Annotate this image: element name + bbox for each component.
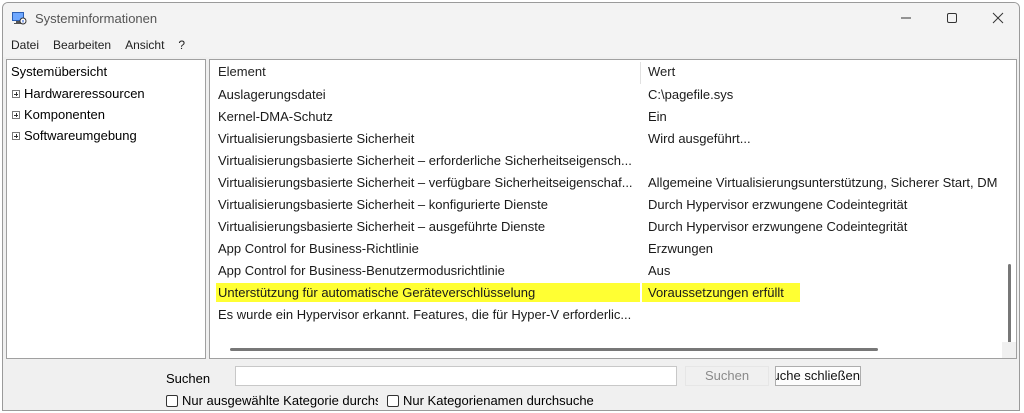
column-header-element[interactable]: Element — [218, 60, 266, 84]
cell-value: Aus — [648, 263, 671, 278]
cell-element: App Control for Business-Benutzermodusri… — [218, 263, 505, 278]
maximize-button[interactable] — [929, 3, 975, 33]
table-row[interactable]: Es wurde ein Hypervisor erkannt. Feature… — [210, 304, 1010, 326]
search-button[interactable]: Suchen — [685, 366, 769, 386]
tree-item-label: Hardwareressourcen — [24, 86, 145, 101]
cell-element: Auslagerungsdatei — [218, 87, 326, 102]
cell-element: Kernel-DMA-Schutz — [218, 109, 333, 124]
tree-item-system-summary[interactable]: Systemübersicht — [11, 64, 107, 79]
system-info-app-icon — [12, 12, 27, 25]
close-icon — [992, 12, 1004, 24]
close-search-button[interactable]: Suche schließen — [775, 366, 861, 386]
table-row[interactable]: Auslagerungsdatei C:\pagefile.sys — [210, 84, 1010, 106]
cell-element: Es wurde ein Hypervisor erkannt. Feature… — [218, 307, 632, 322]
expand-icon[interactable] — [12, 110, 20, 119]
search-label: Suchen — [166, 371, 211, 386]
minimize-icon — [901, 17, 911, 19]
horizontal-scroll-thumb[interactable] — [230, 348, 878, 351]
menu-edit[interactable]: Bearbeiten — [46, 38, 118, 52]
table-row[interactable]: Kernel-DMA-Schutz Ein — [210, 106, 1010, 128]
expand-icon[interactable] — [12, 131, 20, 140]
cell-element: Virtualisierungsbasierte Sicherheit – au… — [218, 219, 546, 234]
table-row[interactable]: App Control for Business-Richtlinie Erzwu… — [210, 238, 1010, 260]
cell-value: Wird ausgeführt... — [648, 131, 751, 146]
maximize-icon — [947, 13, 957, 23]
table-row[interactable]: Virtualisierungsbasierte Sicherheit – ko… — [210, 194, 1010, 216]
table-row[interactable]: Virtualisierungsbasierte Sicherheit – ve… — [210, 172, 1010, 194]
table-row[interactable]: Unterstützung für automatische Gerätever… — [210, 282, 1010, 304]
table-row[interactable]: Virtualisierungsbasierte Sicherheit – au… — [210, 216, 1010, 238]
details-list[interactable]: Element Wert Auslagerungsdatei C:\pagefil… — [209, 59, 1017, 359]
checkbox-label: Nur ausgewählte Kategorie durchsuchen — [182, 393, 378, 408]
vertical-scrollbar[interactable] — [1008, 64, 1012, 344]
cell-value: Durch Hypervisor erzwungene Codeintegrit… — [648, 197, 908, 212]
cell-element: Virtualisierungsbasierte Sicherheit – ve… — [218, 175, 633, 190]
menu-help[interactable]: ? — [171, 38, 192, 52]
cell-element: Unterstützung für automatische Gerätever… — [218, 285, 536, 300]
column-separator[interactable] — [640, 62, 641, 84]
title-bar[interactable]: Systeminformationen — [3, 3, 1019, 33]
cell-value: Erzwungen — [648, 241, 714, 256]
table-row[interactable]: App Control for Business-Benutzermodusri… — [210, 260, 1010, 282]
expand-icon[interactable] — [12, 89, 20, 98]
cell-element: Virtualisierungsbasierte Sicherheit – ko… — [218, 197, 548, 212]
minimize-button[interactable] — [883, 3, 929, 33]
cell-value: Durch Hypervisor erzwungene Codeintegrit… — [648, 219, 908, 234]
menu-view[interactable]: Ansicht — [118, 38, 171, 52]
cell-element: App Control for Business-Richtlinie — [218, 241, 419, 256]
cell-value: Ein — [648, 109, 667, 124]
scrollbar-corner — [1002, 342, 1016, 358]
search-input[interactable] — [235, 366, 677, 386]
system-information-window: Systeminformationen Datei Bearbeiten Ans… — [2, 2, 1020, 411]
tree-item-label: Softwareumgebung — [24, 128, 137, 143]
checkbox-label: Nur Kategorienamen durchsuche — [403, 393, 594, 408]
checkbox[interactable] — [166, 394, 178, 407]
window-title: Systeminformationen — [35, 11, 158, 26]
cell-element: Virtualisierungsbasierte Sicherheit — [218, 131, 415, 146]
checkbox-category-names[interactable]: Nur Kategorienamen durchsuche — [387, 393, 594, 408]
checkbox-selected-category[interactable]: Nur ausgewählte Kategorie durchsuchen — [166, 393, 378, 408]
tree-item-label: Komponenten — [24, 107, 105, 122]
cell-value: C:\pagefile.sys — [648, 87, 734, 102]
checkbox[interactable] — [387, 394, 399, 407]
tree-item-software-environment[interactable]: Softwareumgebung — [12, 128, 137, 143]
tree-item-hardware-resources[interactable]: Hardwareressourcen — [12, 86, 145, 101]
cell-value: Allgemeine Virtualisierungsunterstützung… — [648, 175, 998, 190]
cell-element: Virtualisierungsbasierte Sicherheit – er… — [218, 153, 632, 168]
menu-bar: Datei Bearbeiten Ansicht ? — [3, 33, 1019, 57]
category-tree[interactable]: Systemübersicht Hardwareressourcen Kompo… — [6, 59, 206, 359]
close-button[interactable] — [975, 3, 1019, 33]
vertical-scroll-thumb[interactable] — [1008, 264, 1011, 344]
cell-value: Voraussetzungen erfüllt — [648, 285, 784, 300]
table-row[interactable]: Virtualisierungsbasierte Sicherheit Wird … — [210, 128, 1010, 150]
column-header-value[interactable]: Wert — [648, 60, 675, 84]
horizontal-scrollbar[interactable] — [210, 342, 1002, 358]
table-row[interactable]: Virtualisierungsbasierte Sicherheit – er… — [210, 150, 1010, 172]
menu-file[interactable]: Datei — [3, 38, 46, 52]
tree-item-components[interactable]: Komponenten — [12, 107, 105, 122]
